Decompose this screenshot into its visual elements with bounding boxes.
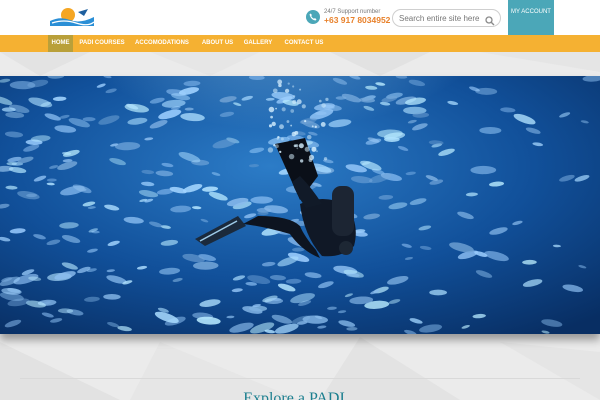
bubble	[311, 146, 317, 152]
bubble	[308, 154, 315, 160]
dive-shop-logo-icon[interactable]	[48, 4, 96, 30]
support-phone-number[interactable]: +63 917 8034952	[324, 15, 390, 26]
bubble	[287, 82, 290, 85]
search-box	[392, 9, 501, 27]
bubble	[277, 79, 283, 85]
bubble	[301, 104, 306, 109]
bubble	[311, 125, 314, 128]
bubble	[316, 150, 318, 153]
bubble	[298, 143, 304, 149]
nav-item-label: PADI COURSES	[79, 40, 125, 46]
fish	[429, 289, 448, 296]
bubble	[270, 115, 273, 119]
bubble	[281, 107, 286, 112]
bubble	[325, 97, 329, 102]
bubble	[290, 109, 295, 113]
bubble	[323, 157, 328, 161]
bubble	[275, 107, 277, 110]
fish	[384, 136, 400, 142]
bubble	[274, 144, 279, 149]
bubble	[272, 88, 278, 94]
bubble	[296, 99, 302, 105]
bubble	[290, 124, 293, 127]
bubble	[293, 95, 296, 98]
bubble	[318, 99, 322, 103]
bubble	[293, 144, 297, 148]
bubble	[280, 137, 284, 141]
phone-icon[interactable]	[306, 10, 320, 24]
bubble	[268, 124, 273, 128]
section-heading: Explore a PADI...	[243, 390, 357, 400]
nav-item-contact-us[interactable]: CONTACT US	[282, 35, 326, 52]
bubble	[292, 85, 295, 88]
bubble	[271, 121, 276, 127]
nav-item-about-us[interactable]: ABOUT US	[199, 35, 236, 52]
hero-image	[0, 76, 600, 334]
section-divider	[20, 378, 580, 379]
bubble	[279, 150, 282, 154]
nav-item-padi-courses[interactable]: PADI COURSES	[78, 35, 126, 52]
nav-item-label: ACCOMODATIONS	[135, 40, 189, 46]
bubble	[268, 106, 275, 113]
fish	[271, 297, 282, 301]
bubble	[314, 125, 317, 129]
my-account-label: MY ACCOUNT	[511, 9, 551, 15]
nav-item-label: HOME	[51, 40, 70, 46]
bubble	[299, 88, 302, 91]
main-nav: HOME PADI COURSES ACCOMODATIONS ABOUT US…	[0, 35, 600, 52]
nav-item-gallery[interactable]: GALLERY	[243, 35, 273, 52]
bubble	[306, 134, 312, 140]
bubble	[320, 121, 326, 127]
bubble	[279, 124, 284, 130]
bubble	[296, 147, 299, 150]
bubble	[321, 103, 326, 108]
nav-item-label: GALLERY	[243, 40, 273, 46]
nav-item-label: CONTACT US	[284, 40, 324, 46]
bubble	[292, 99, 297, 104]
bubble	[284, 88, 290, 94]
nav-item-label: ABOUT US	[201, 40, 234, 46]
nav-item-home[interactable]: HOME	[48, 35, 73, 52]
bubble	[288, 153, 295, 160]
bubble	[286, 120, 290, 123]
bubble	[299, 159, 304, 163]
bubble	[276, 137, 279, 140]
bubble	[304, 120, 307, 123]
hero-diver-illustration	[0, 76, 600, 334]
bubble	[267, 147, 274, 153]
search-icon[interactable]	[485, 13, 495, 26]
nav-item-accomodations[interactable]: ACCOMODATIONS	[133, 35, 191, 52]
search-input[interactable]	[399, 12, 481, 25]
site-header: 24/7 Support number +63 917 8034952 MY A…	[0, 0, 600, 47]
bubble	[304, 146, 310, 152]
bubble	[291, 131, 297, 137]
